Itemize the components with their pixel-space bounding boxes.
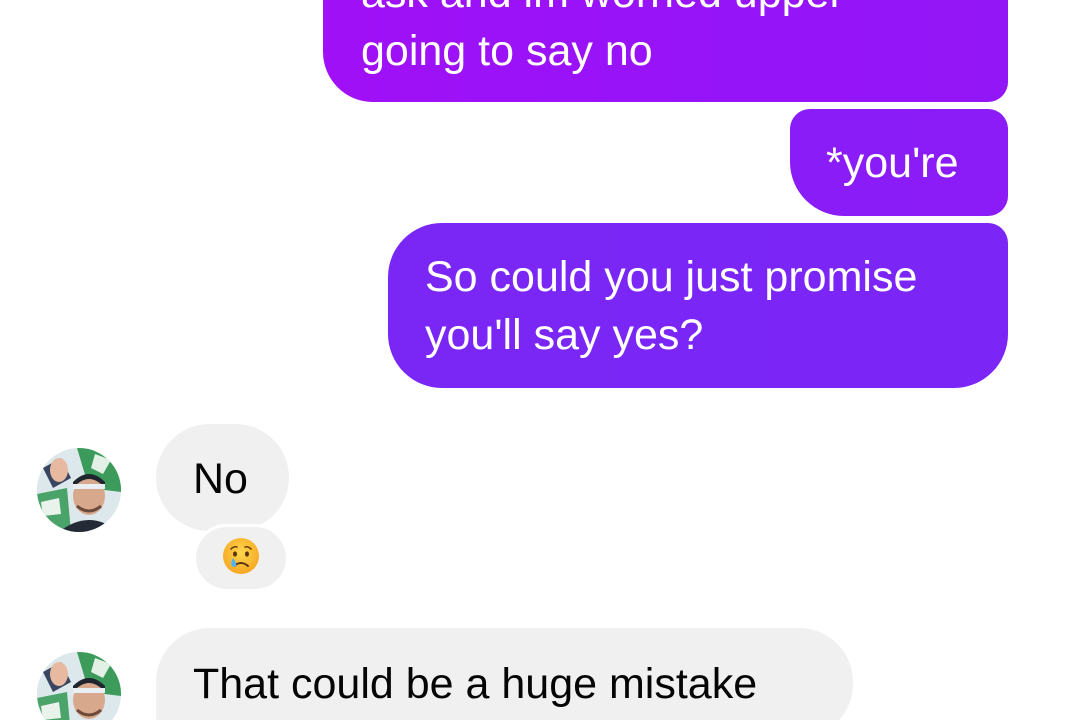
received-message-bubble[interactable]: No bbox=[156, 424, 289, 531]
message-text: That could be a huge mistake bbox=[193, 660, 758, 708]
message-text-line: So could you just promise bbox=[425, 253, 918, 301]
received-message-bubble[interactable]: That could be a huge mistake bbox=[156, 628, 853, 720]
message-text-line: going to say no bbox=[361, 27, 653, 75]
sent-message-bubble[interactable]: So could you just promise you'll say yes… bbox=[388, 223, 1008, 388]
message-text: *you're bbox=[826, 139, 959, 187]
contact-avatar[interactable] bbox=[37, 448, 121, 532]
sent-message-bubble[interactable]: ask and im worried upper going to say no bbox=[323, 0, 1008, 102]
message-text-line: ask and im worried upper bbox=[361, 0, 1008, 22]
message-text-line: you'll say yes? bbox=[425, 311, 704, 359]
contact-avatar[interactable] bbox=[37, 652, 121, 720]
crying-face-icon bbox=[221, 536, 261, 581]
message-text: No bbox=[193, 455, 248, 503]
message-reaction[interactable] bbox=[193, 524, 289, 592]
message-thread: ask and im worried upper going to say no… bbox=[0, 0, 1080, 720]
sent-message-bubble[interactable]: *you're bbox=[790, 109, 1008, 216]
